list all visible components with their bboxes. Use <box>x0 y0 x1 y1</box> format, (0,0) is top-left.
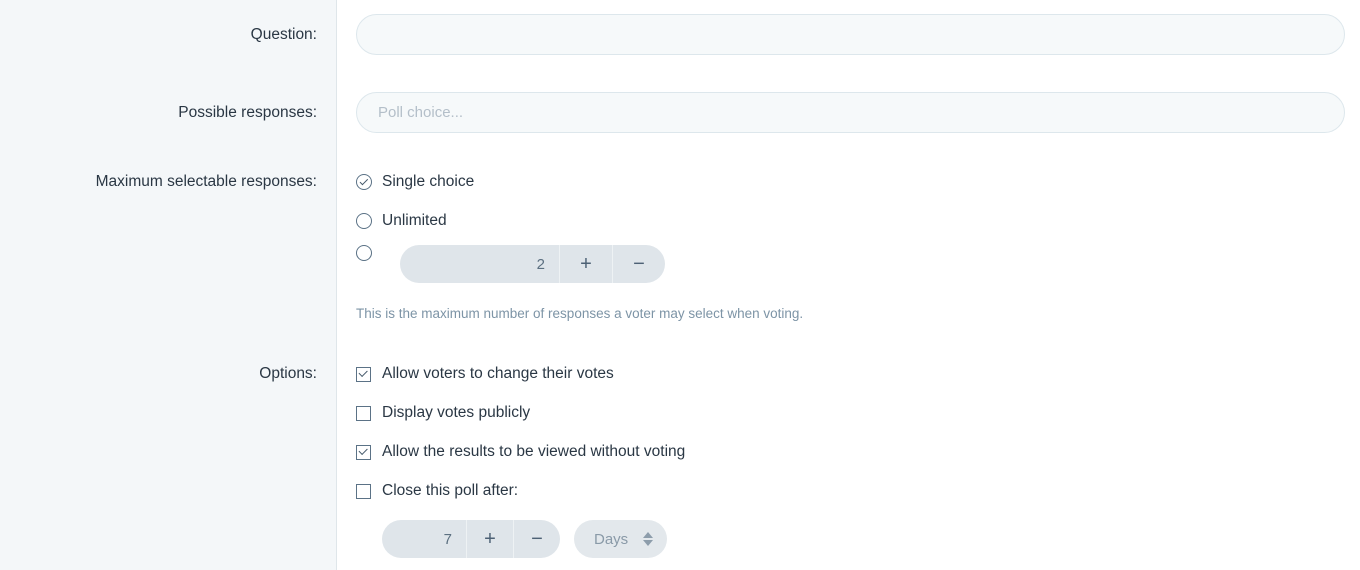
radio-label-unlimited: Unlimited <box>382 212 447 229</box>
poll-duration-stepper[interactable]: + − <box>382 520 560 558</box>
checkbox-unchecked-icon[interactable] <box>356 483 371 499</box>
poll-choice-input[interactable] <box>356 92 1345 133</box>
options-label: Options: <box>259 365 317 382</box>
max-responses-stepper[interactable]: + − <box>400 245 665 283</box>
radio-checked-icon[interactable] <box>356 174 372 190</box>
maximum-selectable-responses-label: Maximum selectable responses: <box>95 173 317 190</box>
poll-duration-decrement-button[interactable]: − <box>513 520 560 558</box>
poll-settings-form: Question: Possible responses: Maximum se… <box>0 0 1360 570</box>
checkbox-checked-icon[interactable] <box>356 366 371 382</box>
sort-arrows-icon <box>643 531 653 547</box>
checkbox-unchecked-icon[interactable] <box>356 405 371 421</box>
question-input[interactable] <box>356 14 1345 55</box>
radio-unchecked-icon[interactable] <box>356 245 372 261</box>
poll-duration-row: + − Days <box>382 520 667 558</box>
form-label-column: Question: Possible responses: Maximum se… <box>0 0 337 570</box>
max-responses-increment-button[interactable]: + <box>559 245 612 283</box>
radio-label-single-choice: Single choice <box>382 173 475 190</box>
question-label: Question: <box>250 26 317 43</box>
checkbox-label-allow-vote-change: Allow voters to change their votes <box>382 365 614 382</box>
radio-option-single-choice[interactable]: Single choice <box>356 171 474 193</box>
possible-responses-label: Possible responses: <box>178 104 317 121</box>
radio-option-unlimited[interactable]: Unlimited <box>356 210 447 232</box>
poll-duration-unit-select[interactable]: Days <box>574 520 667 558</box>
checkbox-label-display-votes-publicly: Display votes publicly <box>382 404 531 421</box>
checkbox-label-close-poll-after: Close this poll after: <box>382 482 519 499</box>
checkbox-checked-icon[interactable] <box>356 444 371 460</box>
checkbox-label-view-results-without-voting: Allow the results to be viewed without v… <box>382 443 686 460</box>
checkbox-option-view-results-without-voting[interactable]: Allow the results to be viewed without v… <box>356 441 685 463</box>
max-responses-decrement-button[interactable]: − <box>612 245 665 283</box>
checkbox-option-close-poll-after[interactable]: Close this poll after: <box>356 480 518 502</box>
checkbox-option-allow-vote-change[interactable]: Allow voters to change their votes <box>356 363 614 385</box>
poll-duration-value-input[interactable] <box>382 520 466 558</box>
radio-unchecked-icon[interactable] <box>356 213 372 229</box>
max-responses-help-text: This is the maximum number of responses … <box>356 306 804 321</box>
form-content-column: Single choice Unlimited + − This is the … <box>338 0 1360 570</box>
poll-duration-increment-button[interactable]: + <box>466 520 513 558</box>
poll-duration-unit-label: Days <box>594 530 629 548</box>
checkbox-option-display-votes-publicly[interactable]: Display votes publicly <box>356 402 530 424</box>
max-responses-value-input[interactable] <box>400 245 559 283</box>
radio-option-custom-number[interactable]: + − <box>356 245 665 283</box>
